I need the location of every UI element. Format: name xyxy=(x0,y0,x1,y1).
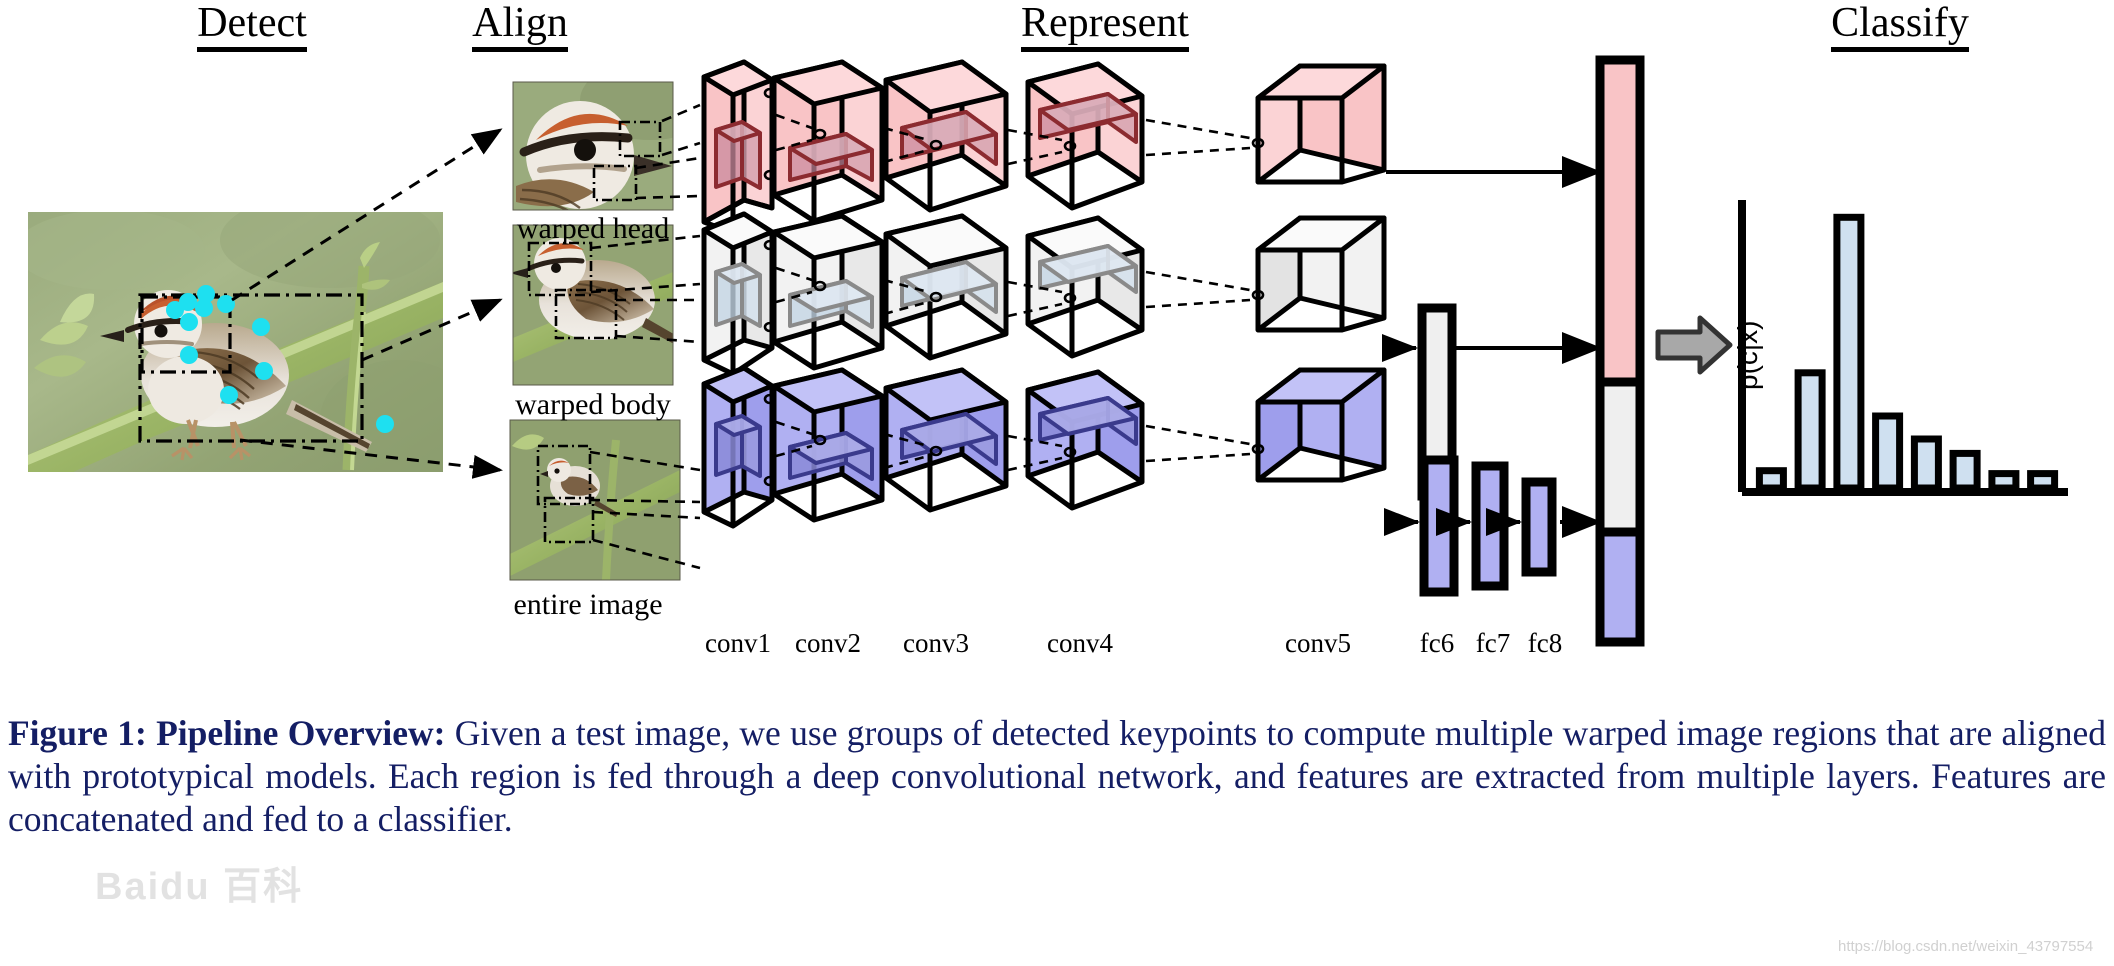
chart-bar xyxy=(1794,369,1826,492)
chart-bars xyxy=(1755,213,2059,492)
caption-bold-prefix: Figure 1: Pipeline Overview: xyxy=(8,713,446,753)
label-warped-head: warped head xyxy=(490,214,696,244)
figure-caption: Figure 1: Pipeline Overview: Given a tes… xyxy=(8,712,2106,841)
chart-bar xyxy=(1755,467,1787,492)
chart-bar xyxy=(2027,470,2059,492)
conv2-head-block xyxy=(771,59,885,224)
conv2-image-block xyxy=(771,367,885,523)
label-fc8: fc8 xyxy=(1504,630,1586,657)
conv3-body-block xyxy=(883,213,1009,361)
conv1-body-block xyxy=(701,211,775,377)
label-conv4-text: conv4 xyxy=(1047,628,1113,658)
conv5-image-block xyxy=(1255,367,1387,483)
chart-ylabel: p(c|x) xyxy=(1732,321,1764,391)
label-conv2-text: conv2 xyxy=(795,628,861,658)
label-conv1-text: conv1 xyxy=(705,628,771,658)
conv1-head-block xyxy=(701,59,775,236)
fc8-image-block xyxy=(1521,477,1557,577)
chart-bar xyxy=(1872,412,1904,492)
label-fc8-text: fc8 xyxy=(1527,628,1563,658)
classification-bar-chart xyxy=(1738,200,2068,496)
classifier-arrow xyxy=(1655,315,1733,375)
conv2-body-block xyxy=(771,213,885,371)
fc7-image-block xyxy=(1471,461,1509,591)
label-conv3: conv3 xyxy=(886,630,986,657)
conv4-image-block xyxy=(1025,369,1145,511)
label-conv5-text: conv5 xyxy=(1285,628,1351,658)
label-fc6-text: fc6 xyxy=(1419,628,1455,658)
chart-bar xyxy=(1833,213,1865,492)
cnn-stream-body xyxy=(701,211,1387,377)
conv5-head-block xyxy=(1255,63,1387,185)
concatenated-feature-vector xyxy=(1595,55,1645,647)
label-warped-body-text: warped body xyxy=(515,388,671,421)
label-conv4: conv4 xyxy=(1030,630,1130,657)
figure-root: Detect Align Represent Classify warped h… xyxy=(0,0,2114,966)
chart-bar xyxy=(1910,435,1942,492)
cnn-stream-image xyxy=(701,365,1387,529)
label-entire-image-text: entire image xyxy=(513,588,663,621)
conv1-image-block xyxy=(701,365,775,529)
chart-bar xyxy=(1988,470,2020,492)
label-conv2: conv2 xyxy=(778,630,878,657)
cnn-stream-head xyxy=(701,59,1387,236)
fc6-image-block xyxy=(1419,455,1459,597)
label-entire-image: entire image xyxy=(485,590,691,620)
warped-body-crop xyxy=(512,224,674,386)
label-conv3-text: conv3 xyxy=(903,628,969,658)
warped-head-crop xyxy=(512,81,674,211)
conv5-body-block xyxy=(1255,215,1387,333)
chart-bar xyxy=(1949,449,1981,492)
conv3-head-block xyxy=(883,59,1009,213)
label-warped-body: warped body xyxy=(490,390,696,420)
conv4-body-block xyxy=(1025,215,1145,359)
input-bird-photo xyxy=(28,212,443,472)
chart-ylabel-text: p(c|x) xyxy=(1732,320,1763,391)
label-conv1: conv1 xyxy=(688,630,788,657)
label-warped-head-text: warped head xyxy=(516,212,670,245)
label-conv5: conv5 xyxy=(1268,630,1368,657)
